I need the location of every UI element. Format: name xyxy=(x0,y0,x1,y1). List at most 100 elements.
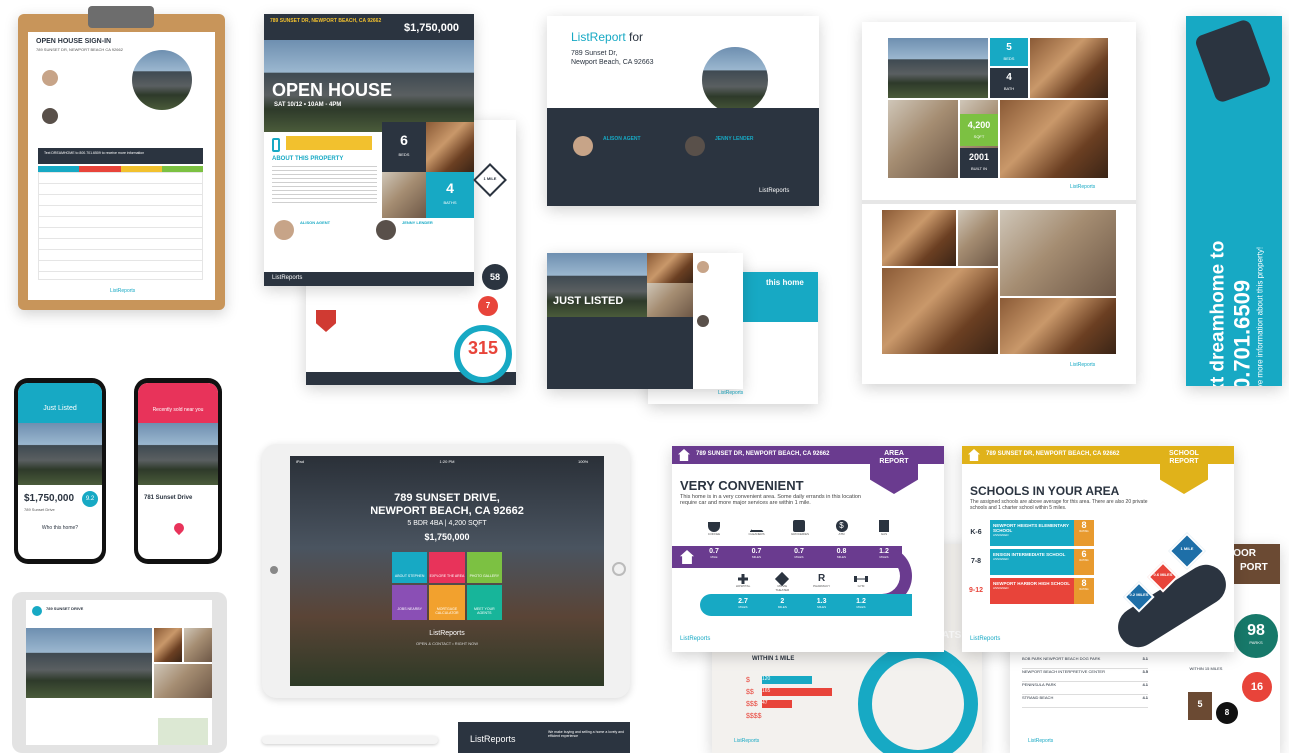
clipboard-footer: ListReports xyxy=(110,288,136,294)
agent-card-logo: ListReports xyxy=(759,188,790,194)
gallery-logo: ListReports xyxy=(1070,184,1096,190)
score-16-badge: 16 xyxy=(1242,672,1272,702)
school-report: 789 SUNSET DR, NEWPORT BEACH, CA 92662 S… xyxy=(962,446,1234,655)
just-listed-info xyxy=(547,317,693,389)
ipad-price: $1,750,000 xyxy=(424,532,470,542)
distance-sign-label: 1 MILE xyxy=(1180,546,1194,551)
area-report-tag2: REPORT xyxy=(879,458,909,465)
banner-line1: Text dreamhome to xyxy=(1207,240,1229,386)
school-back-logo: ListReports xyxy=(1028,738,1054,744)
gallery-year-label: BUILT IN xyxy=(970,166,988,171)
clipboard-clip xyxy=(88,6,154,28)
hospital-icon: HOSPITAL xyxy=(732,574,754,594)
avatar xyxy=(697,315,709,327)
atm-icon: $ ATM xyxy=(834,518,850,546)
list-item: NEWPORT BEACH INTERPRETIVE CENTER 3.5 xyxy=(1022,669,1148,682)
ipad-tile-mortgage[interactable]: MORTGAGE CALCULATOR xyxy=(429,585,465,620)
phone-left-title: Just Listed xyxy=(43,405,77,412)
ipad-tile-about[interactable]: ABOUT STEPHEN xyxy=(392,552,428,583)
ipad-tile-agents[interactable]: MEET YOUR AGENTS xyxy=(466,585,502,620)
banner-text-group: Text dreamhome to 800.701.6509 to receiv… xyxy=(1207,95,1265,386)
area-report-back-logo: ListReports xyxy=(734,738,760,744)
agent-card-for: for xyxy=(629,30,644,44)
ipad-tile-jobs[interactable]: JOBS NEARBY xyxy=(392,585,428,620)
avatar xyxy=(697,261,709,273)
agent-card-agent1: ALISON AGENT xyxy=(603,136,641,142)
flyer-room-photo xyxy=(382,172,426,218)
phone-left-price: $1,750,000 xyxy=(24,493,75,504)
clipboard-signin-table xyxy=(38,172,203,280)
area-report: 789 SUNSET DR, NEWPORT BEACH, CA 92662 A… xyxy=(672,446,944,652)
area-report-cats-fragment: ATS xyxy=(942,630,962,641)
score-98-badge: 98 PARKS xyxy=(1234,614,1278,658)
school-report-logo: ListReports xyxy=(970,636,1001,642)
phone-left-address: 789 Sunset Drive xyxy=(24,507,55,512)
ticket-icon: MOVIE THEATER xyxy=(771,571,793,594)
phone-right-photo xyxy=(138,423,218,485)
flyer-agent1: ALISON AGENT xyxy=(300,220,331,225)
baths-label: BATHS xyxy=(443,200,457,205)
distance-value: 1.2 MILES xyxy=(879,548,889,559)
phone-left-photo xyxy=(18,423,102,485)
tablet-small-photo2 xyxy=(154,628,182,662)
agent-card-address2: Newport Beach, CA 92663 xyxy=(571,59,654,66)
coffee-icon: COFFEE xyxy=(706,518,722,546)
clipboard-paper: OPEN HOUSE SIGN-IN 789 SUNSET DR, NEWPOR… xyxy=(28,32,215,300)
cost-row: $$$$ xyxy=(746,712,762,720)
avatar xyxy=(42,108,58,124)
tablet-small-screen: 789 SUNSET DRIVE xyxy=(26,600,212,745)
flyer-agent2: JENNY LENDER xyxy=(402,220,433,225)
school-report-headline: SCHOOLS IN YOUR AREA xyxy=(970,484,1120,498)
avatar xyxy=(42,70,58,86)
area-report-headline: VERY CONVENIENT xyxy=(680,478,804,493)
gallery-photo-lower5 xyxy=(1000,298,1116,354)
school-row: 9-12 NEWPORT HARBOR HIGH SCHOOL ASSIGNED … xyxy=(962,578,1094,604)
agent-card-brand-name: ListReport xyxy=(571,30,626,44)
list-item: BOB PARK NEWPORT BEACH DOG PARK 3.1 xyxy=(1022,656,1148,669)
flyer-date: SAT 10/12 • 10AM - 4PM xyxy=(274,102,342,108)
avatar xyxy=(573,136,593,156)
gallery-photo-lower1 xyxy=(882,210,956,266)
gallery-baths-label: BATH xyxy=(1003,86,1015,91)
school-score-value: 315 xyxy=(467,338,499,358)
banner-line3: to receive more information about this p… xyxy=(1255,246,1265,386)
avatar xyxy=(32,606,42,616)
area-row2-icons: HOSPITAL MOVIE THEATER R PHARMACY GYM xyxy=(732,571,872,594)
distance-value: 2 MILES xyxy=(777,598,787,609)
gallery-photo-exterior xyxy=(888,38,988,98)
flyer-logo: ListReports xyxy=(272,275,303,281)
flyer-address: 789 SUNSET DR, NEWPORT BEACH, CA 92662 xyxy=(270,18,382,24)
flyer-about: ABOUT THIS PROPERTY xyxy=(272,156,344,162)
clipboard-title: OPEN HOUSE SIGN-IN xyxy=(36,38,112,45)
stylus xyxy=(262,736,438,744)
ipad-details: 5 BDR 4BA | 4,200 SQFT xyxy=(407,520,487,527)
agent-card-photo xyxy=(699,44,771,116)
flyer-text-banner xyxy=(286,136,372,150)
phone-left-question: Who this home? xyxy=(41,525,79,531)
gallery-brochure: 5 BEDS 4 BATH 4,200 SQFT 2001 BUILT IN L… xyxy=(862,22,1136,384)
phone-right-header xyxy=(138,383,218,423)
hanger-icon: CLEANERS xyxy=(749,518,765,546)
cost-row: $$$ 47 xyxy=(746,698,836,710)
school-row: K-6 NEWPORT HEIGHTS ELEMENTARY SCHOOL ASS… xyxy=(962,520,1094,546)
ipad-tile-explore[interactable]: EXPLORE THE AREA xyxy=(429,552,465,583)
area-row1-values: 0.7 MILE 0.7 MILES 0.7 MILES 0.8 MILES 1.2 MI… xyxy=(706,548,892,559)
map-pin-icon xyxy=(171,520,187,536)
distance-value: 1.3 MILES xyxy=(816,598,827,609)
phone-right-address: 781 Sunset Drive xyxy=(144,495,193,501)
gallery-photo-living xyxy=(1030,38,1108,98)
distance-value: 2.7 MILES xyxy=(738,598,748,609)
ipad-tagline: OPEN & CONTACT • RIGHT NOW xyxy=(415,641,479,646)
beds-label: BEDS xyxy=(398,152,410,157)
avatar xyxy=(376,220,396,240)
business-card-text: We make buying and selling a home a love… xyxy=(548,730,625,738)
clipboard-house-photo xyxy=(132,50,192,110)
phone-icon xyxy=(272,138,280,152)
gallery-logo-lower: ListReports xyxy=(1070,362,1096,368)
ipad-status-right: 100% xyxy=(578,459,589,464)
ipad-tile-gallery[interactable]: PHOTO GALLERY xyxy=(466,552,502,583)
flyer-body-text xyxy=(272,166,377,206)
clipboard: OPEN HOUSE SIGN-IN 789 SUNSET DR, NEWPOR… xyxy=(18,6,225,310)
flyer-interior-photo xyxy=(426,122,474,172)
agent-card-brand: ListReport for xyxy=(571,30,643,44)
